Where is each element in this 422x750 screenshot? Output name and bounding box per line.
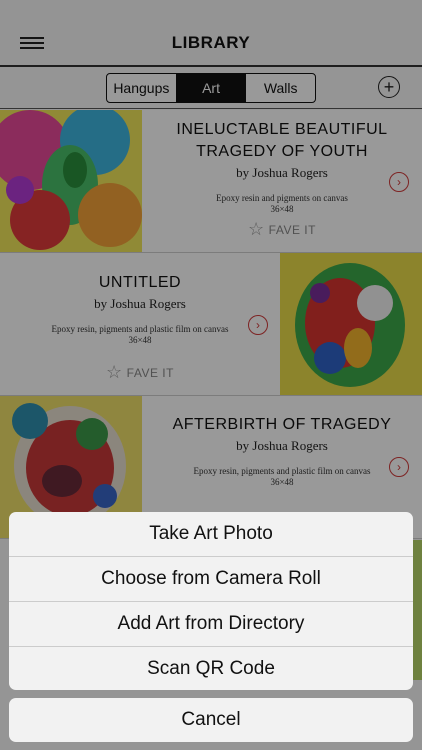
cancel-button[interactable]: Cancel xyxy=(9,698,413,742)
scan-qr-code-button[interactable]: Scan QR Code xyxy=(9,647,413,690)
take-art-photo-button[interactable]: Take Art Photo xyxy=(9,512,413,557)
add-art-from-directory-button[interactable]: Add Art from Directory xyxy=(9,602,413,647)
choose-from-camera-roll-button[interactable]: Choose from Camera Roll xyxy=(9,557,413,602)
action-sheet: Take Art Photo Choose from Camera Roll A… xyxy=(9,512,413,690)
